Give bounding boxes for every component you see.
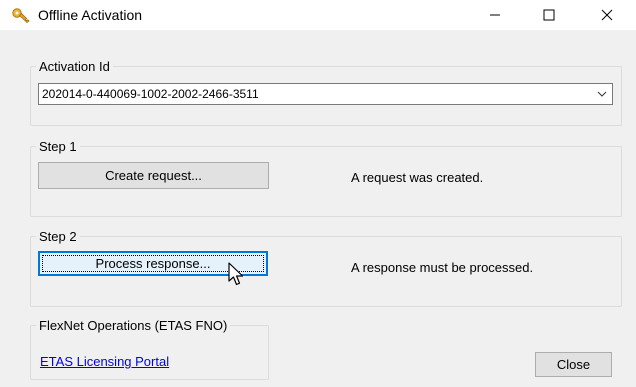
- step1-legend: Step 1: [39, 139, 77, 154]
- create-request-button[interactable]: Create request...: [38, 162, 269, 189]
- title-bar: Offline Activation: [0, 0, 636, 30]
- maximize-icon: [543, 9, 555, 21]
- minimize-button[interactable]: [472, 0, 518, 30]
- key-icon: [12, 8, 30, 24]
- activation-id-value: 202014-0-440069-1002-2002-2466-3511: [42, 87, 259, 101]
- activation-id-combobox[interactable]: 202014-0-440069-1002-2002-2466-3511: [38, 83, 613, 105]
- maximize-button[interactable]: [526, 0, 572, 30]
- activation-id-legend: Activation Id: [39, 59, 110, 74]
- fno-group: FlexNet Operations (ETAS FNO): [30, 318, 269, 380]
- close-button[interactable]: Close: [535, 352, 612, 377]
- offline-activation-window: Offline Activation Activation Id 202014-…: [0, 0, 636, 387]
- chevron-down-icon[interactable]: [596, 89, 608, 99]
- minimize-icon: [490, 14, 500, 16]
- step1-status: A request was created.: [351, 170, 484, 185]
- step2-legend: Step 2: [39, 229, 77, 244]
- mouse-cursor-icon: [228, 262, 244, 286]
- etas-licensing-portal-link[interactable]: ETAS Licensing Portal: [40, 354, 169, 369]
- fno-legend: FlexNet Operations (ETAS FNO): [39, 318, 228, 333]
- close-icon: [601, 9, 613, 21]
- close-window-button[interactable]: [584, 0, 630, 30]
- step2-status: A response must be processed.: [351, 260, 534, 275]
- window-title: Offline Activation: [38, 7, 143, 23]
